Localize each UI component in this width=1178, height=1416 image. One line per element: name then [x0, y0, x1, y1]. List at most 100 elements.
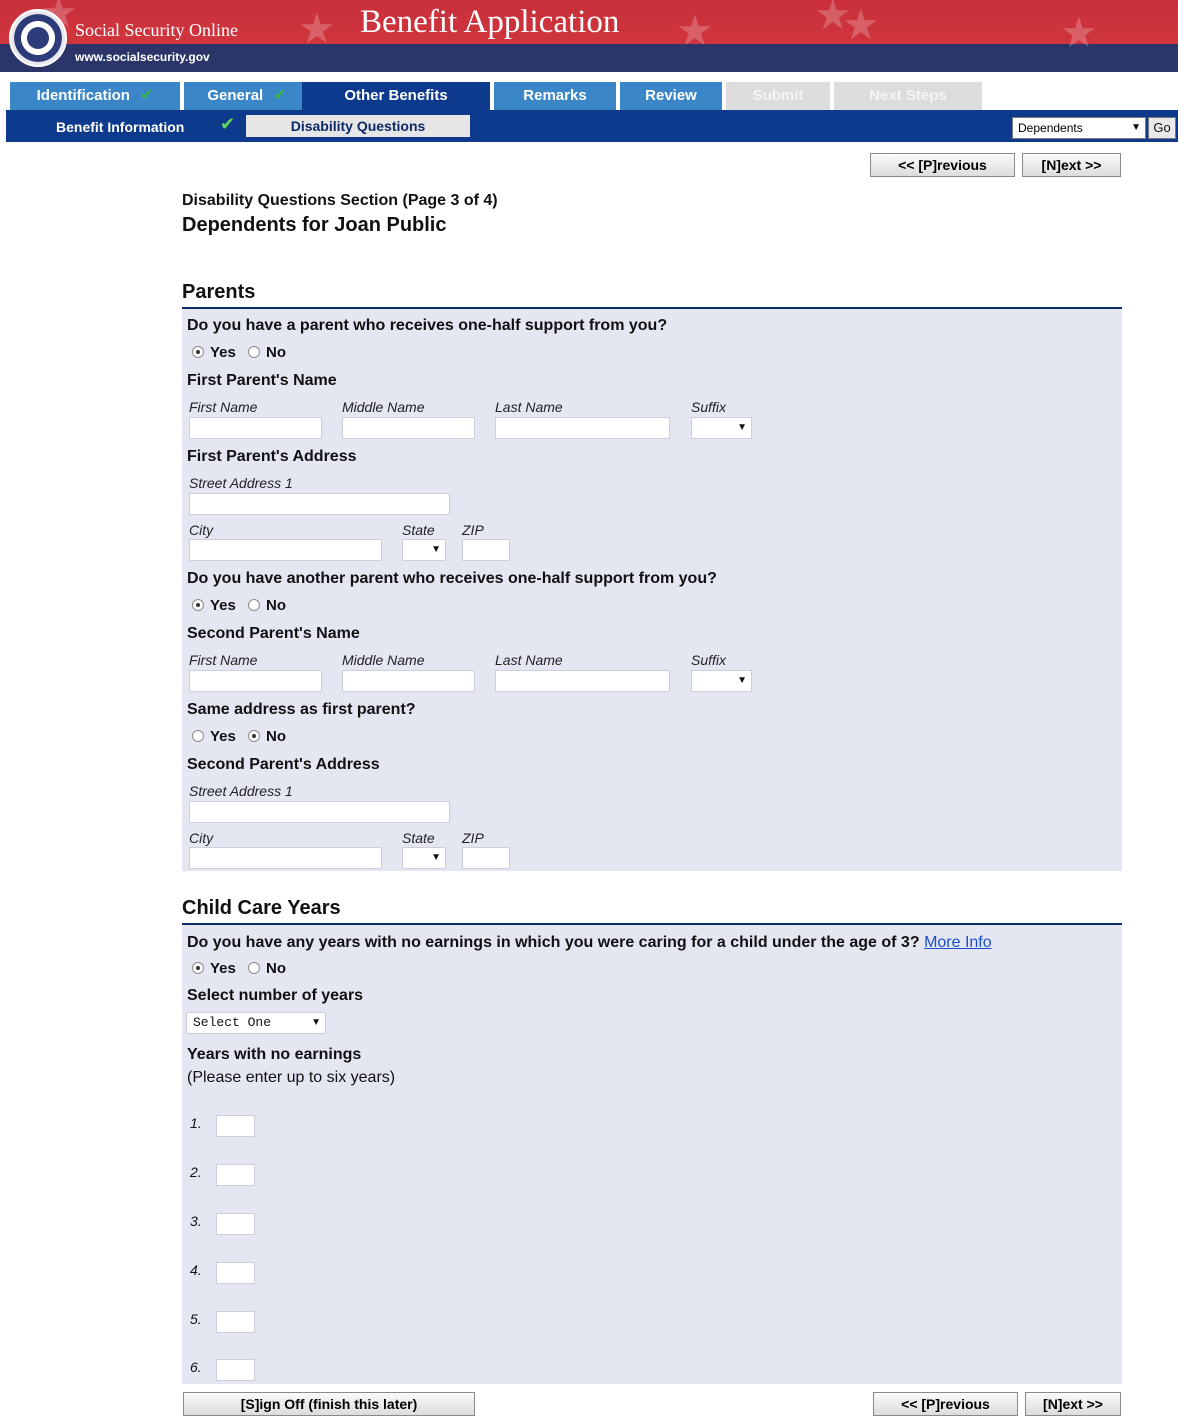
no-label: No — [266, 597, 287, 614]
second-parent-zip-input[interactable] — [462, 847, 510, 869]
second-parent-first-name-input[interactable] — [189, 670, 322, 692]
another-parent-question: Do you have another parent who receives … — [187, 570, 717, 587]
second-parent-address-heading: Second Parent's Address — [187, 756, 380, 773]
first-parent-first-name-input[interactable] — [189, 417, 322, 439]
tab-identification[interactable]: Identification ✔ — [10, 82, 180, 110]
same-address-question: Same address as first parent? — [187, 701, 416, 718]
child-care-question-text: Do you have any years with no earnings i… — [187, 934, 920, 951]
checkmark-icon: ✔ — [139, 87, 154, 104]
year-2-input[interactable] — [216, 1164, 255, 1186]
sign-off-button[interactable]: [S]ign Off (finish this later) — [183, 1392, 475, 1416]
yes-radio[interactable] — [192, 962, 204, 974]
yes-radio[interactable] — [192, 730, 204, 742]
year-4-input[interactable] — [216, 1262, 255, 1284]
first-name-label: First Name — [189, 652, 258, 668]
first-parent-address-heading: First Parent's Address — [187, 448, 357, 465]
parents-heading: Parents — [182, 281, 256, 303]
chevron-down-icon: ▼ — [311, 1017, 321, 1028]
checkmark-icon: ✔ — [273, 87, 287, 104]
star-decoration-icon: ★ — [1060, 9, 1098, 56]
first-parent-suffix-select[interactable]: ▼ — [691, 417, 752, 439]
page-subtitle: Disability Questions Section (Page 3 of … — [182, 192, 498, 209]
yes-label: Yes — [210, 960, 236, 977]
page-title: Dependents for Joan Public — [182, 214, 447, 236]
year-number-label: 2. — [190, 1164, 202, 1180]
tab-submit: Submit — [726, 82, 830, 110]
year-number-label: 1. — [190, 1115, 202, 1131]
first-parent-state-select[interactable]: ▼ — [402, 539, 446, 561]
star-decoration-icon: ★ — [676, 7, 714, 54]
last-name-label: Last Name — [495, 399, 563, 415]
chevron-down-icon: ▼ — [431, 544, 441, 555]
years-no-earnings-heading: Years with no earnings — [187, 1046, 362, 1063]
app-title: Benefit Application — [360, 4, 620, 40]
year-number-label: 5. — [190, 1311, 202, 1327]
previous-button[interactable]: << [P]revious — [873, 1392, 1018, 1416]
yes-radio[interactable] — [192, 346, 204, 358]
middle-name-label: Middle Name — [342, 399, 425, 415]
another-parent-radio-group: Yes No — [192, 597, 294, 614]
city-label: City — [189, 830, 214, 846]
more-info-link[interactable]: More Info — [924, 934, 992, 951]
first-parent-city-input[interactable] — [189, 539, 382, 561]
first-parent-middle-name-input[interactable] — [342, 417, 475, 439]
number-of-years-value: Select One — [193, 1015, 272, 1030]
first-parent-last-name-input[interactable] — [495, 417, 670, 439]
city-label: City — [189, 522, 214, 538]
number-of-years-select[interactable]: Select One ▼ — [186, 1012, 326, 1034]
yes-radio[interactable] — [192, 599, 204, 611]
tab-label: Other Benefits — [344, 87, 448, 104]
tab-other-benefits[interactable]: Other Benefits — [302, 82, 490, 110]
last-name-label: Last Name — [495, 652, 563, 668]
subnav-disability-questions[interactable]: Disability Questions — [246, 115, 470, 137]
year-6-input[interactable] — [216, 1359, 255, 1381]
site-header: ★ ★ ★ ★ ★ ★ Social Security Online www.s… — [0, 0, 1178, 72]
checkmark-icon: ✔ — [220, 114, 236, 134]
second-parent-middle-name-input[interactable] — [342, 670, 475, 692]
year-1-input[interactable] — [216, 1115, 255, 1137]
second-parent-suffix-select[interactable]: ▼ — [691, 670, 752, 692]
section-jump-value: Dependents — [1018, 121, 1083, 135]
site-title[interactable]: Social Security Online — [75, 20, 238, 41]
yes-label: Yes — [210, 728, 236, 745]
tab-general[interactable]: General ✔ — [184, 82, 310, 110]
select-years-label: Select number of years — [187, 987, 364, 1004]
suffix-label: Suffix — [691, 399, 727, 415]
no-radio[interactable] — [248, 730, 261, 742]
second-parent-last-name-input[interactable] — [495, 670, 670, 692]
second-parent-city-input[interactable] — [189, 847, 382, 869]
first-name-label: First Name — [189, 399, 258, 415]
street-address-label: Street Address 1 — [189, 783, 293, 799]
second-parent-state-select[interactable]: ▼ — [402, 847, 446, 869]
tab-label: Remarks — [523, 87, 587, 104]
no-radio[interactable] — [248, 599, 261, 611]
chevron-down-icon: ▼ — [431, 852, 441, 863]
year-5-input[interactable] — [216, 1311, 255, 1333]
parents-panel — [182, 309, 1122, 871]
no-label: No — [266, 960, 287, 977]
yes-label: Yes — [210, 597, 236, 614]
no-radio[interactable] — [248, 346, 261, 358]
chevron-down-icon: ▼ — [737, 422, 747, 433]
site-url[interactable]: www.socialsecurity.gov — [75, 50, 210, 64]
next-button[interactable]: [N]ext >> — [1022, 153, 1121, 177]
star-decoration-icon: ★ — [298, 5, 336, 52]
previous-button[interactable]: << [P]revious — [870, 153, 1015, 177]
second-parent-street-input[interactable] — [189, 801, 450, 823]
go-button[interactable]: Go — [1148, 117, 1176, 139]
parent-support-radio-group: Yes No — [192, 344, 294, 361]
parent-support-question: Do you have a parent who receives one-ha… — [187, 317, 668, 334]
tab-review[interactable]: Review — [620, 82, 722, 110]
next-button[interactable]: [N]ext >> — [1025, 1392, 1121, 1416]
tab-label: Review — [645, 87, 697, 104]
tab-remarks[interactable]: Remarks — [494, 82, 616, 110]
first-parent-street-input[interactable] — [189, 493, 450, 515]
tab-next-steps: Next Steps — [834, 82, 982, 110]
first-parent-zip-input[interactable] — [462, 539, 510, 561]
ssa-seal-logo[interactable] — [9, 9, 67, 67]
year-3-input[interactable] — [216, 1213, 255, 1235]
no-radio[interactable] — [248, 962, 261, 974]
section-jump-select[interactable]: Dependents ▼ — [1012, 117, 1146, 139]
zip-label: ZIP — [462, 522, 484, 538]
subnav-benefit-information[interactable]: Benefit Information — [56, 116, 184, 138]
